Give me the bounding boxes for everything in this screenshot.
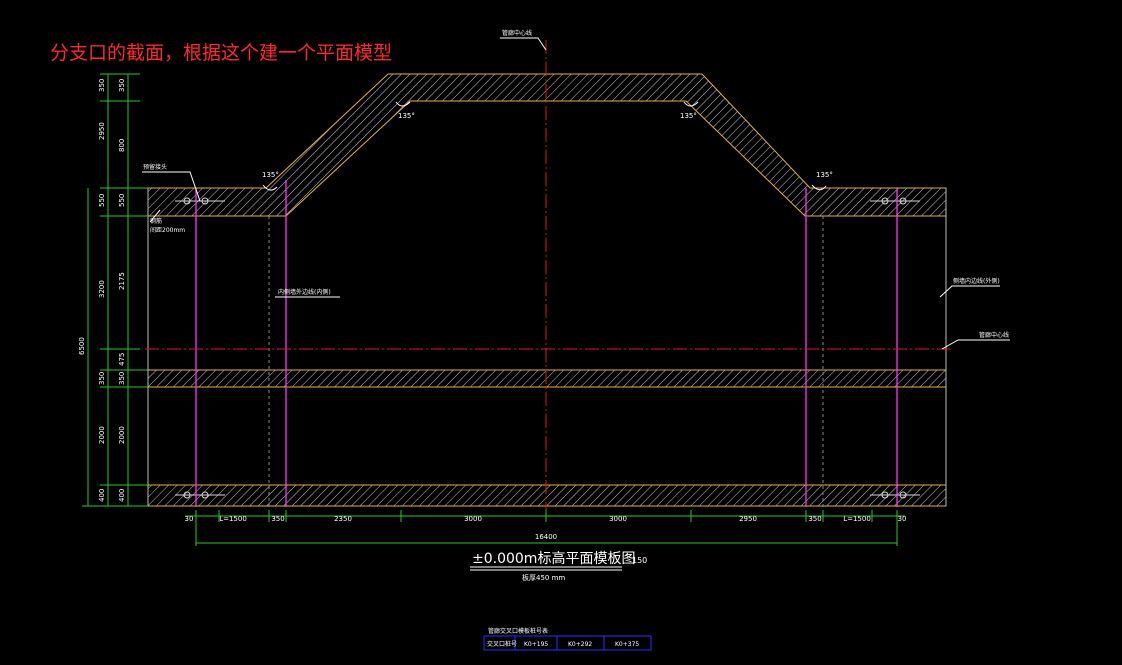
dim-inner-7: 2000: [118, 426, 126, 444]
middle-wall-section: [147, 369, 947, 388]
table-title: 管廊交叉口模板桩号表: [488, 627, 548, 635]
drawing-title: ±0.000m标高平面模板图 150 板厚450 mm: [470, 550, 647, 582]
dim-inner-6: 350: [118, 372, 126, 385]
dim-total: 16400: [535, 533, 557, 541]
left-dimensions: [82, 73, 148, 507]
label-centerline-top: 管廊中心线: [502, 29, 532, 37]
angle-4: 135°: [816, 171, 833, 179]
dim-inner-1: 350: [118, 79, 126, 92]
side-lines: [147, 188, 947, 506]
title-scale: 150: [632, 556, 647, 565]
dim-outer-3: 550: [98, 194, 106, 207]
table-cell-2: K0+292: [568, 641, 592, 648]
label-rebar1: 预留接头: [143, 163, 167, 171]
dim-outer-1: 350: [98, 79, 106, 92]
dim-inner-2: 800: [118, 139, 126, 152]
left-dim-text: 350 2950 550 3200 6500 350 2000 400 350 …: [78, 79, 126, 502]
dim-bottom-6: 3000: [609, 515, 627, 523]
cad-drawing: 350 2950 550 3200 6500 350 2000 400 350 …: [78, 29, 1010, 651]
station-table: 管廊交叉口模板桩号表 交叉口桩号 K0+195 K0+292 K0+375: [483, 627, 652, 651]
annotation-note: 分支口的截面，根据这个建一个平面模型: [50, 42, 393, 64]
dim-outer-4: 3200: [98, 280, 106, 298]
angle-2: 135°: [680, 112, 697, 120]
center-lines: [145, 40, 950, 520]
label-mid-left: 内侧墙外边线(内侧): [278, 288, 331, 296]
label-right-axis: 管廊中心线: [979, 331, 1009, 339]
dim-bottom-2: L=1500: [219, 515, 247, 523]
label-rebar3: 间距200mm: [150, 226, 185, 234]
angle-1: 135°: [398, 112, 415, 120]
table-cell-3: K0+375: [615, 641, 639, 648]
dim-bottom-1: 30: [185, 515, 194, 523]
dim-outer-8: 400: [98, 489, 106, 502]
dim-bottom-3: 350: [271, 515, 284, 523]
label-mid-right: 侧墙内边线(外侧): [953, 277, 1000, 285]
title-sub: 板厚450 mm: [522, 573, 565, 582]
dim-outer-7: 2000: [98, 426, 106, 444]
dim-bottom-4: 2350: [334, 515, 352, 523]
table-cell-1: K0+195: [524, 641, 548, 648]
dim-inner-3: 550: [118, 194, 126, 207]
bottom-wall-section: [147, 484, 947, 507]
slab-sections: [147, 73, 947, 507]
dim-bottom-10: 30: [898, 515, 907, 523]
dim-outer-2: 2950: [98, 122, 106, 140]
dim-inner-4: 2175: [118, 272, 126, 290]
dim-bottom-7: 2950: [739, 515, 757, 523]
dim-outer-6: 350: [98, 372, 106, 385]
title-main: ±0.000m标高平面模板图: [472, 550, 635, 567]
dim-outer-5: 6500: [78, 337, 86, 355]
dim-bottom-5: 3000: [464, 515, 482, 523]
dim-bottom-8: 350: [808, 515, 821, 523]
dim-inner-5: 475: [118, 353, 126, 366]
label-rebar2: 钢筋: [150, 217, 162, 225]
dim-bottom-9: L=1500: [843, 515, 871, 523]
table-cell-header: 交叉口桩号: [487, 640, 517, 648]
upper-wall-section: [147, 73, 947, 217]
rebar-marks: [175, 197, 920, 499]
angle-3: 135°: [262, 171, 279, 179]
dim-inner-8: 400: [118, 489, 126, 502]
